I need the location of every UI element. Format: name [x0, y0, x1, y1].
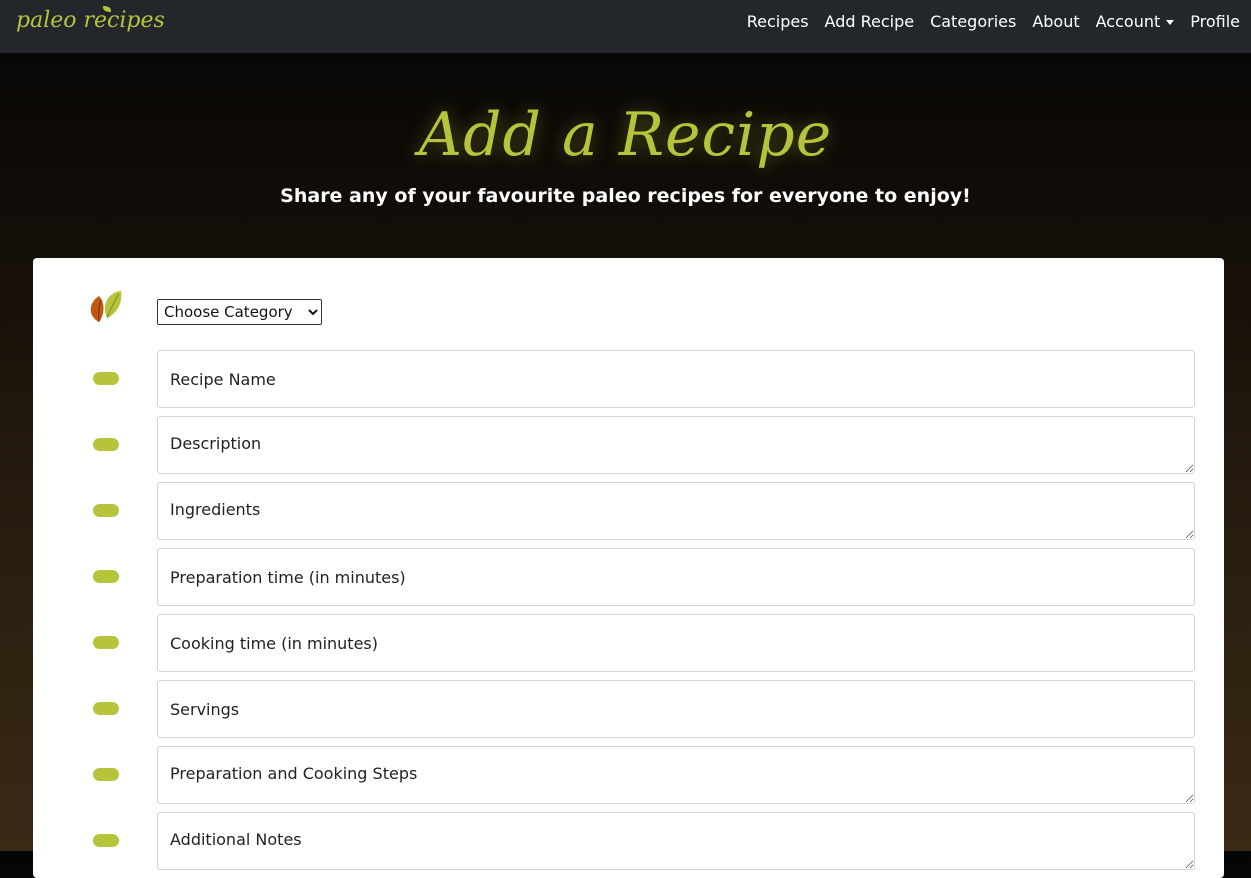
notes-pill-icon [93, 834, 119, 847]
nav-about[interactable]: About [1032, 12, 1079, 31]
caret-down-icon [1166, 20, 1175, 25]
steps-pill-icon [93, 768, 119, 781]
leaves-icon [90, 291, 122, 323]
navbar: paleo recipes Recipes Add Recipe Categor… [0, 0, 1251, 53]
nav-links: Recipes Add Recipe Categories About Acco… [747, 12, 1240, 31]
nav-profile[interactable]: Profile [1190, 12, 1240, 31]
description-pill-icon [93, 438, 119, 451]
brand-name: paleo recipes [16, 8, 165, 33]
description-textarea[interactable] [157, 416, 1195, 474]
add-recipe-form: Choose Category [33, 258, 1224, 878]
recipe-name-input[interactable] [157, 350, 1195, 408]
nav-account-label: Account [1095, 12, 1161, 31]
ingredients-textarea[interactable] [157, 482, 1195, 540]
cook-time-pill-icon [93, 636, 119, 649]
page-subtitle: Share any of your favourite paleo recipe… [280, 185, 971, 207]
nav-categories[interactable]: Categories [930, 12, 1016, 31]
notes-textarea[interactable] [157, 812, 1195, 870]
nav-account-dropdown[interactable]: Account [1096, 12, 1175, 31]
servings-input[interactable] [157, 680, 1195, 738]
page-title: Add a Recipe [418, 100, 833, 170]
prep-time-pill-icon [93, 570, 119, 583]
nav-recipes[interactable]: Recipes [747, 12, 809, 31]
nav-add-recipe[interactable]: Add Recipe [825, 12, 915, 31]
brand-logo[interactable]: paleo recipes [16, 6, 165, 33]
steps-textarea[interactable] [157, 746, 1195, 804]
cook-time-input[interactable] [157, 614, 1195, 672]
servings-pill-icon [93, 702, 119, 715]
prep-time-input[interactable] [157, 548, 1195, 606]
ingredients-pill-icon [93, 504, 119, 517]
recipe-name-pill-icon [93, 372, 119, 385]
category-select[interactable]: Choose Category [157, 299, 322, 325]
